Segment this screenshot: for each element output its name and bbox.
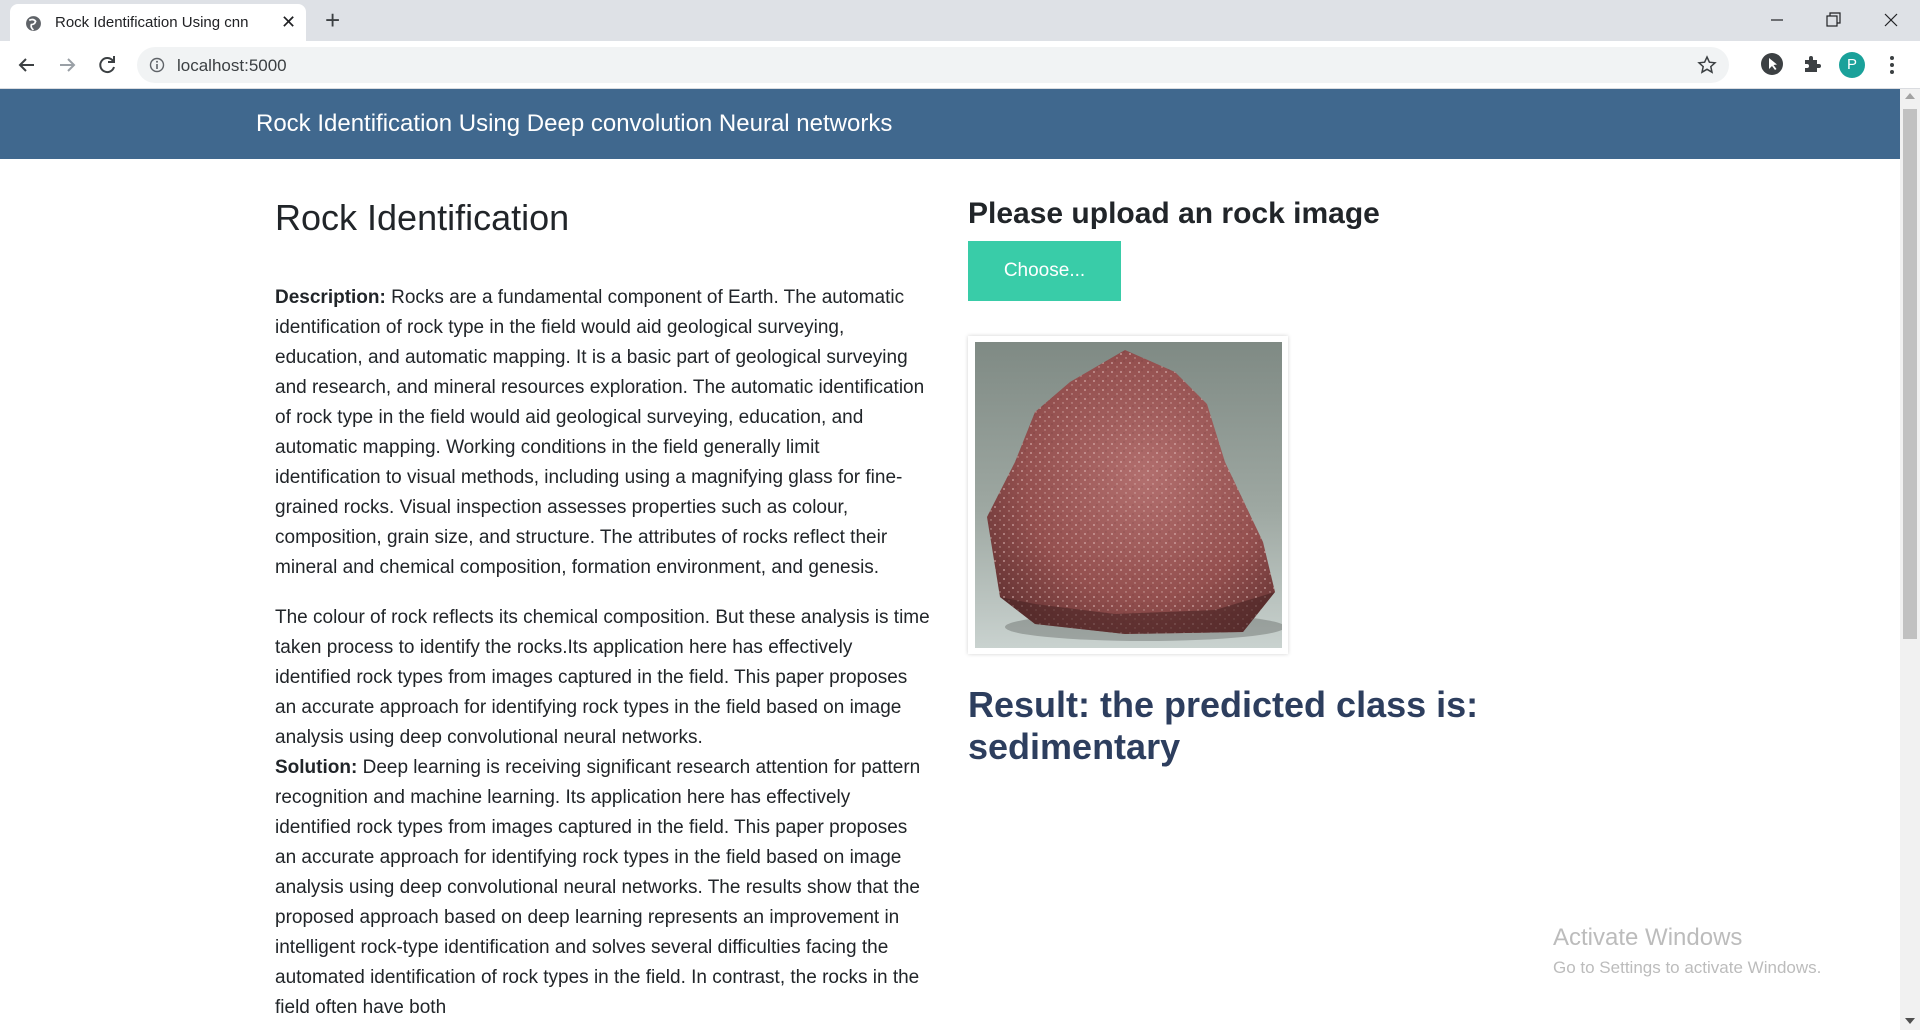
close-window-icon[interactable] bbox=[1876, 6, 1906, 34]
minimize-icon[interactable] bbox=[1762, 6, 1792, 34]
url-text[interactable]: localhost:5000 bbox=[177, 56, 287, 76]
rock-image bbox=[975, 342, 1282, 648]
tab-strip: Rock Identification Using cnn ✕ + bbox=[0, 0, 1920, 41]
watermark-subtitle: Go to Settings to activate Windows. bbox=[1553, 958, 1822, 977]
analysis-paragraph: The colour of rock reflects its chemical… bbox=[275, 603, 930, 1023]
image-preview bbox=[968, 336, 1288, 654]
upload-column: Please upload an rock image Choose... Re… bbox=[968, 197, 1568, 767]
close-tab-icon[interactable]: ✕ bbox=[281, 12, 296, 32]
new-tab-icon[interactable]: + bbox=[325, 6, 340, 34]
more-menu-icon[interactable] bbox=[1886, 52, 1898, 78]
scroll-up-arrow-icon[interactable] bbox=[1905, 93, 1915, 99]
page-title: Rock Identification bbox=[275, 197, 570, 238]
tab-title: Rock Identification Using cnn bbox=[55, 14, 249, 31]
analysis-text: The colour of rock reflects its chemical… bbox=[275, 607, 930, 748]
address-bar[interactable]: localhost:5000 bbox=[137, 47, 1729, 83]
restore-icon[interactable] bbox=[1818, 6, 1848, 34]
description-column: Rock Identification Description: Rocks a… bbox=[275, 197, 930, 1030]
watermark-title: Activate Windows bbox=[1553, 924, 1743, 951]
extensions-puzzle-icon[interactable] bbox=[1799, 51, 1825, 77]
extension-cursor-icon[interactable] bbox=[1759, 51, 1785, 77]
globe-icon bbox=[26, 16, 41, 31]
reload-icon[interactable] bbox=[93, 51, 121, 79]
browser-toolbar: localhost:5000 P bbox=[0, 41, 1920, 89]
browser-tab[interactable]: Rock Identification Using cnn ✕ bbox=[10, 4, 306, 41]
solution-label: Solution: bbox=[275, 757, 358, 778]
upload-heading: Please upload an rock image bbox=[968, 197, 1380, 230]
profile-avatar[interactable]: P bbox=[1839, 52, 1865, 78]
description-label: Description: bbox=[275, 287, 386, 308]
navbar-title[interactable]: Rock Identification Using Deep convoluti… bbox=[256, 110, 892, 138]
bookmark-star-icon[interactable] bbox=[1697, 55, 1717, 75]
info-icon[interactable] bbox=[149, 57, 165, 73]
description-text: Rocks are a fundamental component of Ear… bbox=[275, 287, 925, 578]
description-paragraph: Description: Rocks are a fundamental com… bbox=[275, 283, 930, 583]
back-icon[interactable] bbox=[13, 51, 41, 79]
activate-windows-watermark: Activate Windows Go to Settings to activ… bbox=[1553, 924, 1821, 978]
scroll-thumb[interactable] bbox=[1903, 109, 1917, 639]
page-scrollbar[interactable] bbox=[1900, 89, 1920, 1030]
solution-text: Deep learning is receiving significant r… bbox=[275, 757, 921, 1018]
prediction-result: Result: the predicted class is: sediment… bbox=[968, 684, 1479, 767]
choose-file-button[interactable]: Choose... bbox=[968, 241, 1121, 301]
forward-icon[interactable] bbox=[53, 51, 81, 79]
scroll-down-arrow-icon[interactable] bbox=[1905, 1018, 1915, 1024]
page-viewport: Rock Identification Using Deep convoluti… bbox=[0, 89, 1900, 1030]
site-navbar: Rock Identification Using Deep convoluti… bbox=[0, 89, 1900, 159]
